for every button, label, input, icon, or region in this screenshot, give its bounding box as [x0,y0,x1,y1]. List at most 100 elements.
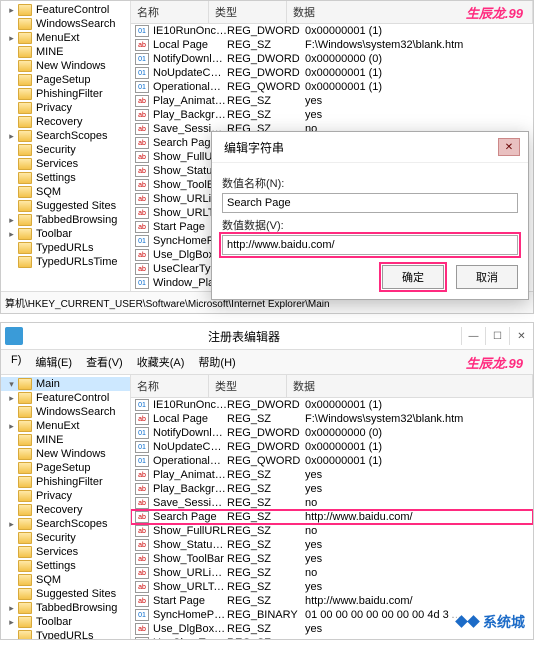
expand-icon[interactable] [7,436,16,445]
expand-icon[interactable]: ▸ [7,6,16,15]
expand-icon[interactable] [7,576,16,585]
list-row[interactable]: 01NoUpdateCheckREG_DWORD0x00000001 (1) [131,440,533,454]
expand-icon[interactable] [7,174,16,183]
minimize-button[interactable]: — [461,327,485,345]
expand-icon[interactable] [7,464,16,473]
tree-item[interactable]: ▸TabbedBrowsing [1,213,130,227]
expand-icon[interactable]: ▸ [7,394,16,403]
list-row[interactable]: abLocal PageREG_SZF:\Windows\system32\bl… [131,38,533,52]
tree-item[interactable]: Privacy [1,489,130,503]
menu-item[interactable]: 帮助(H) [192,352,241,372]
expand-icon[interactable] [7,450,16,459]
expand-icon[interactable]: ▸ [7,34,16,43]
expand-icon[interactable]: ▸ [7,132,16,141]
tree-item[interactable]: ▸FeatureControl [1,3,130,17]
expand-icon[interactable] [7,90,16,99]
expand-icon[interactable] [7,492,16,501]
list-row[interactable]: 01NotifyDownloa...REG_DWORD0x00000000 (0… [131,426,533,440]
tree-item[interactable]: Security [1,531,130,545]
expand-icon[interactable]: ▸ [7,230,16,239]
tree-item[interactable]: Recovery [1,503,130,517]
tree-item[interactable]: SQM [1,573,130,587]
expand-icon[interactable] [7,160,16,169]
col-name[interactable]: 名称 [131,1,209,23]
registry-tree[interactable]: ▸FeatureControlWindowsSearch▸MenuExtMINE… [1,1,131,291]
tree-item[interactable]: PageSetup [1,73,130,87]
expand-icon[interactable]: ▸ [7,422,16,431]
close-icon[interactable]: ✕ [498,138,520,156]
list-row[interactable]: 01OperationalDataREG_QWORD0x00000001 (1) [131,80,533,94]
expand-icon[interactable] [7,48,16,57]
tree-item[interactable]: ▸SearchScopes [1,517,130,531]
expand-icon[interactable] [7,118,16,127]
tree-item[interactable]: PhishingFilter [1,475,130,489]
tree-item[interactable]: Settings [1,171,130,185]
maximize-button[interactable]: ☐ [485,327,509,345]
list-row[interactable]: abPlay_AnimationsREG_SZyes [131,468,533,482]
expand-icon[interactable] [7,534,16,543]
tree-item[interactable]: PageSetup [1,461,130,475]
tree-item[interactable]: Security [1,143,130,157]
menu-item[interactable]: 收藏夹(A) [131,352,191,372]
list-row[interactable]: 01NotifyDownloa...REG_DWORD0x00000000 (0… [131,52,533,66]
list-row[interactable]: abShow_URLinSt...REG_SZno [131,566,533,580]
tree-item[interactable]: ▸Toolbar [1,615,130,629]
tree-item[interactable]: ▾Main [1,377,130,391]
expand-icon[interactable] [7,188,16,197]
expand-icon[interactable] [7,20,16,29]
list-row[interactable]: abUseClearTypeREG_SZno [131,636,533,639]
expand-icon[interactable]: ▸ [7,520,16,529]
list-row[interactable]: abShow_FullURLREG_SZno [131,524,533,538]
list-row[interactable]: abPlay_Backgrou...REG_SZyes [131,108,533,122]
menu-item[interactable]: 编辑(E) [29,352,78,372]
expand-icon[interactable] [7,548,16,557]
tree-item[interactable]: ▸MenuExt [1,31,130,45]
tree-item[interactable]: ▸FeatureControl [1,391,130,405]
list-row[interactable]: abPlay_Backgrou...REG_SZyes [131,482,533,496]
list-row[interactable]: abPlay_AnimationsREG_SZyes [131,94,533,108]
expand-icon[interactable] [7,408,16,417]
list-row[interactable]: 01OperationalDataREG_QWORD0x00000001 (1) [131,454,533,468]
tree-item[interactable]: MINE [1,433,130,447]
registry-tree[interactable]: ▾Main▸FeatureControlWindowsSearch▸MenuEx… [1,375,131,639]
col-type[interactable]: 类型 [209,1,287,23]
tree-item[interactable]: New Windows [1,59,130,73]
expand-icon[interactable] [7,506,16,515]
expand-icon[interactable]: ▸ [7,216,16,225]
tree-item[interactable]: Settings [1,559,130,573]
list-row[interactable]: abShow_URLTool...REG_SZyes [131,580,533,594]
tree-item[interactable]: New Windows [1,447,130,461]
expand-icon[interactable]: ▸ [7,618,16,627]
list-row[interactable]: abShow_StatusBarREG_SZyes [131,538,533,552]
col-type[interactable]: 类型 [209,375,287,397]
expand-icon[interactable] [7,244,16,253]
cancel-button[interactable]: 取消 [456,265,518,289]
expand-icon[interactable] [7,76,16,85]
expand-icon[interactable]: ▾ [7,380,16,389]
list-row[interactable]: 01IE10RunOnceP...REG_DWORD0x00000001 (1) [131,24,533,38]
tree-item[interactable]: Privacy [1,101,130,115]
tree-item[interactable]: Recovery [1,115,130,129]
menu-bar[interactable]: F)编辑(E)查看(V)收藏夹(A)帮助(H) [1,350,533,375]
col-data[interactable]: 数据 [287,375,533,397]
tree-item[interactable]: WindowsSearch [1,405,130,419]
list-row[interactable]: abLocal PageREG_SZF:\Windows\system32\bl… [131,412,533,426]
tree-item[interactable]: ▸Toolbar [1,227,130,241]
tree-item[interactable]: SQM [1,185,130,199]
list-row[interactable]: abShow_ToolBarREG_SZyes [131,552,533,566]
value-data-input[interactable] [222,235,518,255]
expand-icon[interactable] [7,258,16,267]
expand-icon[interactable] [7,562,16,571]
expand-icon[interactable]: ▸ [7,604,16,613]
list-header[interactable]: 名称 类型 数据 [131,375,533,398]
list-row[interactable]: abSave_Session_...REG_SZno [131,496,533,510]
value-name-input[interactable] [222,193,518,213]
expand-icon[interactable] [7,590,16,599]
expand-icon[interactable] [7,632,16,640]
expand-icon[interactable] [7,104,16,113]
tree-item[interactable]: TypedURLsTime [1,255,130,269]
expand-icon[interactable] [7,146,16,155]
expand-icon[interactable] [7,478,16,487]
tree-item[interactable]: ▸MenuExt [1,419,130,433]
tree-item[interactable]: ▸TabbedBrowsing [1,601,130,615]
